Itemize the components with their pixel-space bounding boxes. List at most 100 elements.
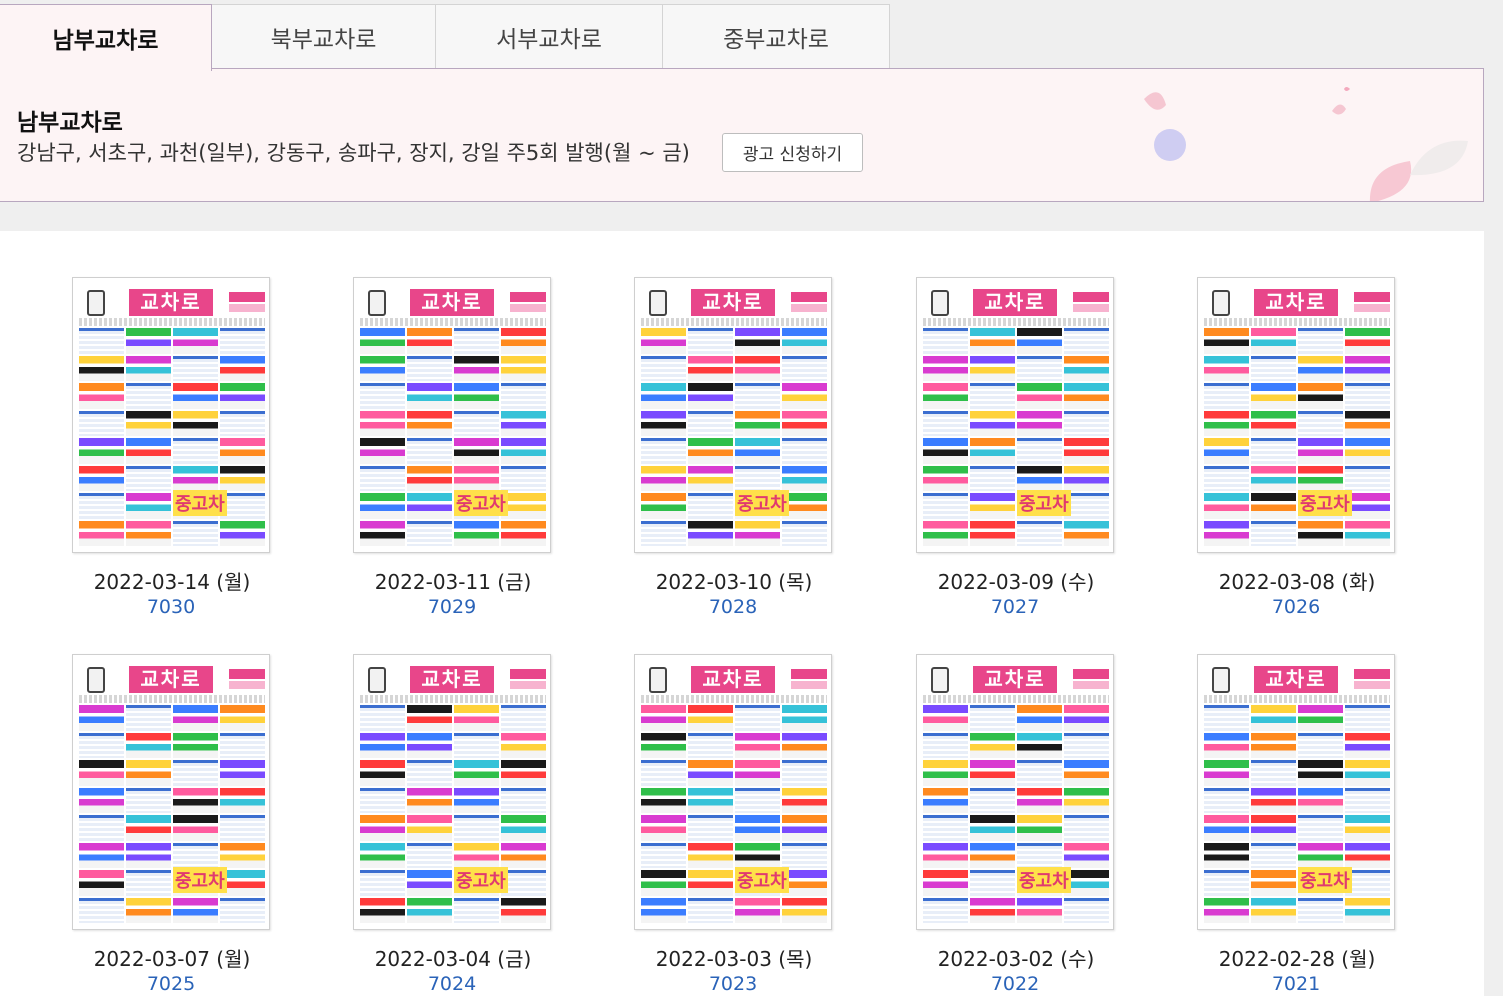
ad-block [79, 383, 124, 409]
ad-block [220, 842, 265, 868]
ad-block [1345, 438, 1390, 464]
issue-number-link[interactable]: 7026 [1197, 596, 1395, 618]
ad-block [220, 705, 265, 731]
ad-block [1345, 815, 1390, 841]
ad-block [688, 328, 733, 354]
tab-west[interactable]: 서부교차로 [436, 4, 663, 70]
issue-number-link[interactable]: 7024 [353, 973, 551, 995]
ad-block [1298, 705, 1343, 731]
newspaper-thumbnail[interactable]: 교차로 중고차 [72, 654, 270, 930]
ad-block [173, 520, 218, 546]
newspaper-thumbnail[interactable]: 교차로 중고차 [634, 654, 832, 930]
ad-block [1064, 897, 1109, 923]
phone-icon [1212, 290, 1230, 316]
ad-block [1204, 465, 1249, 491]
ad-block [1064, 760, 1109, 786]
tab-south[interactable]: 남부교차로 [0, 4, 212, 71]
ad-block [407, 897, 452, 923]
ad-block [1064, 438, 1109, 464]
issue-number-link[interactable]: 7028 [634, 596, 832, 618]
thumbnail-phone-box [1354, 304, 1390, 312]
thumbnail-used-car-label: 중고차 [173, 490, 227, 516]
newspaper-thumbnail[interactable]: 교차로 중고차 [72, 277, 270, 553]
ad-block [1345, 897, 1390, 923]
ad-block [407, 842, 452, 868]
ad-block [220, 520, 265, 546]
ad-block [641, 438, 686, 464]
ad-block [220, 465, 265, 491]
issue-list: 교차로 중고차 2022-03-14 (월) 7030 교차로 중고차 2022-03-11… [0, 231, 1484, 996]
issue-number-link[interactable]: 7022 [916, 973, 1114, 995]
ad-block [1017, 355, 1062, 381]
ad-block [1345, 760, 1390, 786]
issue-number-link[interactable]: 7023 [634, 973, 832, 995]
ad-block [688, 383, 733, 409]
issue-number-link[interactable]: 7021 [1197, 973, 1395, 995]
ad-block [1251, 705, 1296, 731]
ad-block [1017, 787, 1062, 813]
ad-block [173, 465, 218, 491]
ad-block [407, 438, 452, 464]
ad-block [360, 493, 405, 519]
newspaper-thumbnail[interactable]: 교차로 중고차 [916, 654, 1114, 930]
ad-block [79, 328, 124, 354]
ad-block [1064, 815, 1109, 841]
ad-block [923, 760, 968, 786]
ad-block [970, 815, 1015, 841]
newspaper-thumbnail[interactable]: 교차로 중고차 [1197, 277, 1395, 553]
ad-block [360, 732, 405, 758]
ad-block [641, 842, 686, 868]
newspaper-thumbnail[interactable]: 교차로 중고차 [353, 277, 551, 553]
apply-ad-button[interactable]: 광고 신청하기 [722, 133, 863, 172]
thumbnail-ads-grid [923, 705, 1109, 923]
ad-block [360, 760, 405, 786]
ad-block [126, 760, 171, 786]
tab-north[interactable]: 북부교차로 [212, 4, 436, 70]
ad-block [970, 493, 1015, 519]
thumbnail-date-box [1073, 292, 1109, 302]
issue-number-link[interactable]: 7027 [916, 596, 1114, 618]
ad-block [501, 438, 546, 464]
newspaper-thumbnail[interactable]: 교차로 중고차 [1197, 654, 1395, 930]
newspaper-thumbnail[interactable]: 교차로 중고차 [634, 277, 832, 553]
issue-number-link[interactable]: 7030 [72, 596, 270, 618]
ad-block [1064, 787, 1109, 813]
ad-block [970, 705, 1015, 731]
ad-block [454, 732, 499, 758]
ad-block [1298, 410, 1343, 436]
ad-block [1017, 383, 1062, 409]
thumbnail-subheader [923, 318, 1109, 326]
phone-icon [368, 290, 386, 316]
thumbnail-subheader [641, 695, 827, 703]
ad-block [126, 815, 171, 841]
ad-block [501, 842, 546, 868]
ad-block [970, 787, 1015, 813]
ad-block [1017, 465, 1062, 491]
ad-block [782, 383, 827, 409]
ad-block [454, 897, 499, 923]
ad-block [688, 438, 733, 464]
thumbnail-logo: 교차로 [973, 289, 1057, 316]
phone-icon [649, 667, 667, 693]
ad-block [923, 870, 968, 896]
ad-block [923, 383, 968, 409]
thumbnail-used-car-label: 중고차 [1298, 490, 1352, 516]
ad-block [1204, 410, 1249, 436]
ad-block [407, 815, 452, 841]
thumbnail-logo: 교차로 [691, 666, 775, 693]
ad-block [735, 705, 780, 731]
ad-block [735, 732, 780, 758]
ad-block [1251, 465, 1296, 491]
ad-block [970, 520, 1015, 546]
ad-block [1298, 842, 1343, 868]
ad-block [970, 842, 1015, 868]
ad-block [923, 355, 968, 381]
issue-number-link[interactable]: 7029 [353, 596, 551, 618]
issue-number-link[interactable]: 7025 [72, 973, 270, 995]
thumbnail-subheader [360, 318, 546, 326]
thumbnail-masthead: 교차로 [1204, 663, 1390, 693]
newspaper-thumbnail[interactable]: 교차로 중고차 [916, 277, 1114, 553]
newspaper-thumbnail[interactable]: 교차로 중고차 [353, 654, 551, 930]
ad-block [1064, 870, 1109, 896]
tab-central[interactable]: 중부교차로 [663, 4, 890, 70]
